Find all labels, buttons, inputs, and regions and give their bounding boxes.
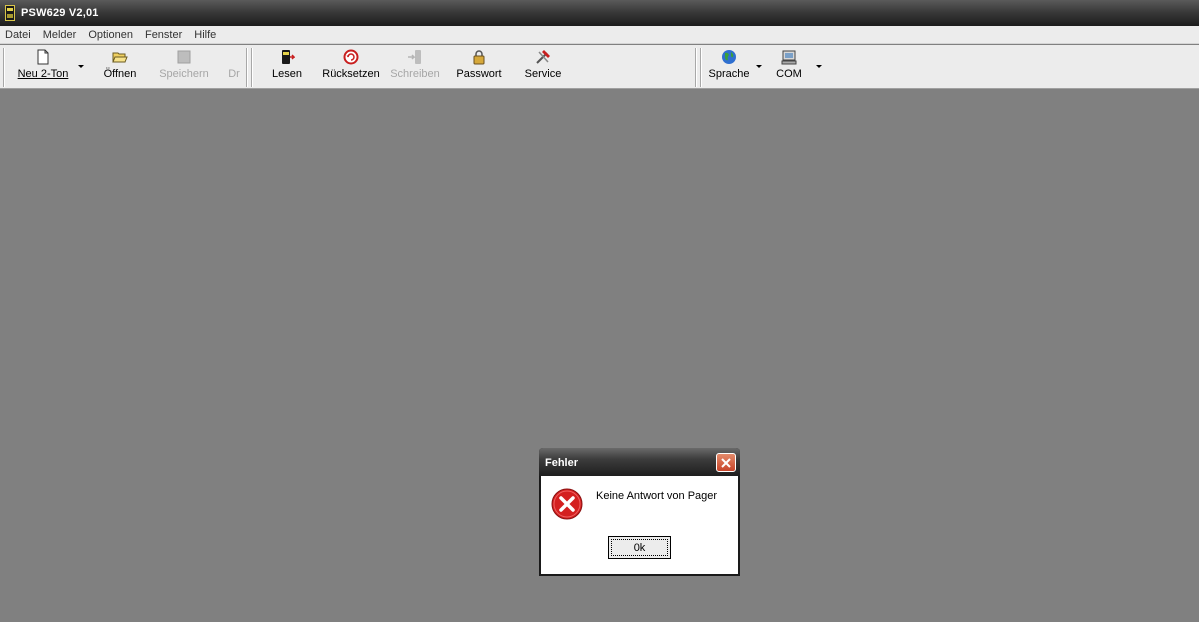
service-label: Service <box>524 68 562 80</box>
service-icon <box>536 50 550 64</box>
ok-label: 0k <box>611 539 668 556</box>
dialog-titlebar[interactable]: Fehler <box>539 448 740 476</box>
menu-fenster[interactable]: Fenster <box>139 29 188 41</box>
save-disk-icon <box>177 50 191 64</box>
dialog-message: Keine Antwort von Pager <box>596 490 718 502</box>
dialog-title: Fehler <box>545 457 579 469</box>
com-button[interactable]: COM <box>774 49 804 85</box>
error-icon <box>551 488 583 520</box>
dialog-body: Keine Antwort von Pager 0k <box>541 476 738 574</box>
dialog-close-button[interactable] <box>716 453 736 472</box>
language-dropdown-arrow[interactable] <box>756 65 762 68</box>
com-dropdown-arrow[interactable] <box>816 65 822 68</box>
language-label: Sprache <box>708 68 750 80</box>
com-label: COM <box>776 68 802 80</box>
open-button[interactable]: Öffnen <box>100 49 140 85</box>
reset-icon <box>343 49 359 65</box>
language-button[interactable]: Sprache <box>707 49 751 85</box>
read-button[interactable]: Lesen <box>267 49 307 85</box>
toolbar-separator-2 <box>695 48 697 87</box>
menu-melder[interactable]: Melder <box>37 29 83 41</box>
padlock-icon <box>473 50 485 65</box>
print-button[interactable]: Dr <box>224 49 244 85</box>
error-dialog: Fehler Keine Antwort von Pager 0k <box>539 448 740 576</box>
read-device-icon <box>282 50 295 64</box>
app-titlebar: PSW629 V2,01 <box>0 0 1199 26</box>
password-label: Passwort <box>456 68 502 80</box>
toolbar-grip-2 <box>251 48 253 87</box>
save-label: Speichern <box>159 68 209 80</box>
read-label: Lesen <box>272 68 302 80</box>
write-label: Schreiben <box>390 68 440 80</box>
reset-button[interactable]: Rücksetzen <box>320 49 382 85</box>
new-dropdown-arrow[interactable] <box>78 65 84 68</box>
app-icon <box>5 5 15 21</box>
close-icon <box>721 457 731 468</box>
menu-optionen[interactable]: Optionen <box>82 29 139 41</box>
menu-bar: Datei Melder Optionen Fenster Hilfe <box>0 26 1199 44</box>
save-button[interactable]: Speichern <box>158 49 210 85</box>
reset-label: Rücksetzen <box>322 68 380 80</box>
app-title: PSW629 V2,01 <box>21 7 99 19</box>
print-icon <box>226 49 242 65</box>
new-2ton-button[interactable]: Neu 2-Ton <box>16 49 70 85</box>
write-device-icon <box>408 50 421 64</box>
toolbar-separator <box>246 48 248 87</box>
open-label: Öffnen <box>103 68 137 80</box>
write-button[interactable]: Schreiben <box>390 49 440 85</box>
menu-datei[interactable]: Datei <box>0 29 37 41</box>
toolbar: Neu 2-Ton Öffnen Speichern Dr Lesen Rück… <box>0 45 1199 89</box>
service-button[interactable]: Service <box>522 49 564 85</box>
globe-icon <box>722 50 736 64</box>
open-folder-icon <box>112 52 128 63</box>
menu-hilfe[interactable]: Hilfe <box>188 29 222 41</box>
new-2ton-label: Neu 2-Ton <box>17 68 69 80</box>
print-label: Dr <box>228 68 240 80</box>
toolbar-grip-3 <box>700 48 702 87</box>
new-document-icon <box>37 49 49 65</box>
ok-button[interactable]: 0k <box>608 536 671 559</box>
toolbar-grip <box>3 48 5 87</box>
password-button[interactable]: Passwort <box>455 49 503 85</box>
com-port-icon <box>781 50 797 65</box>
